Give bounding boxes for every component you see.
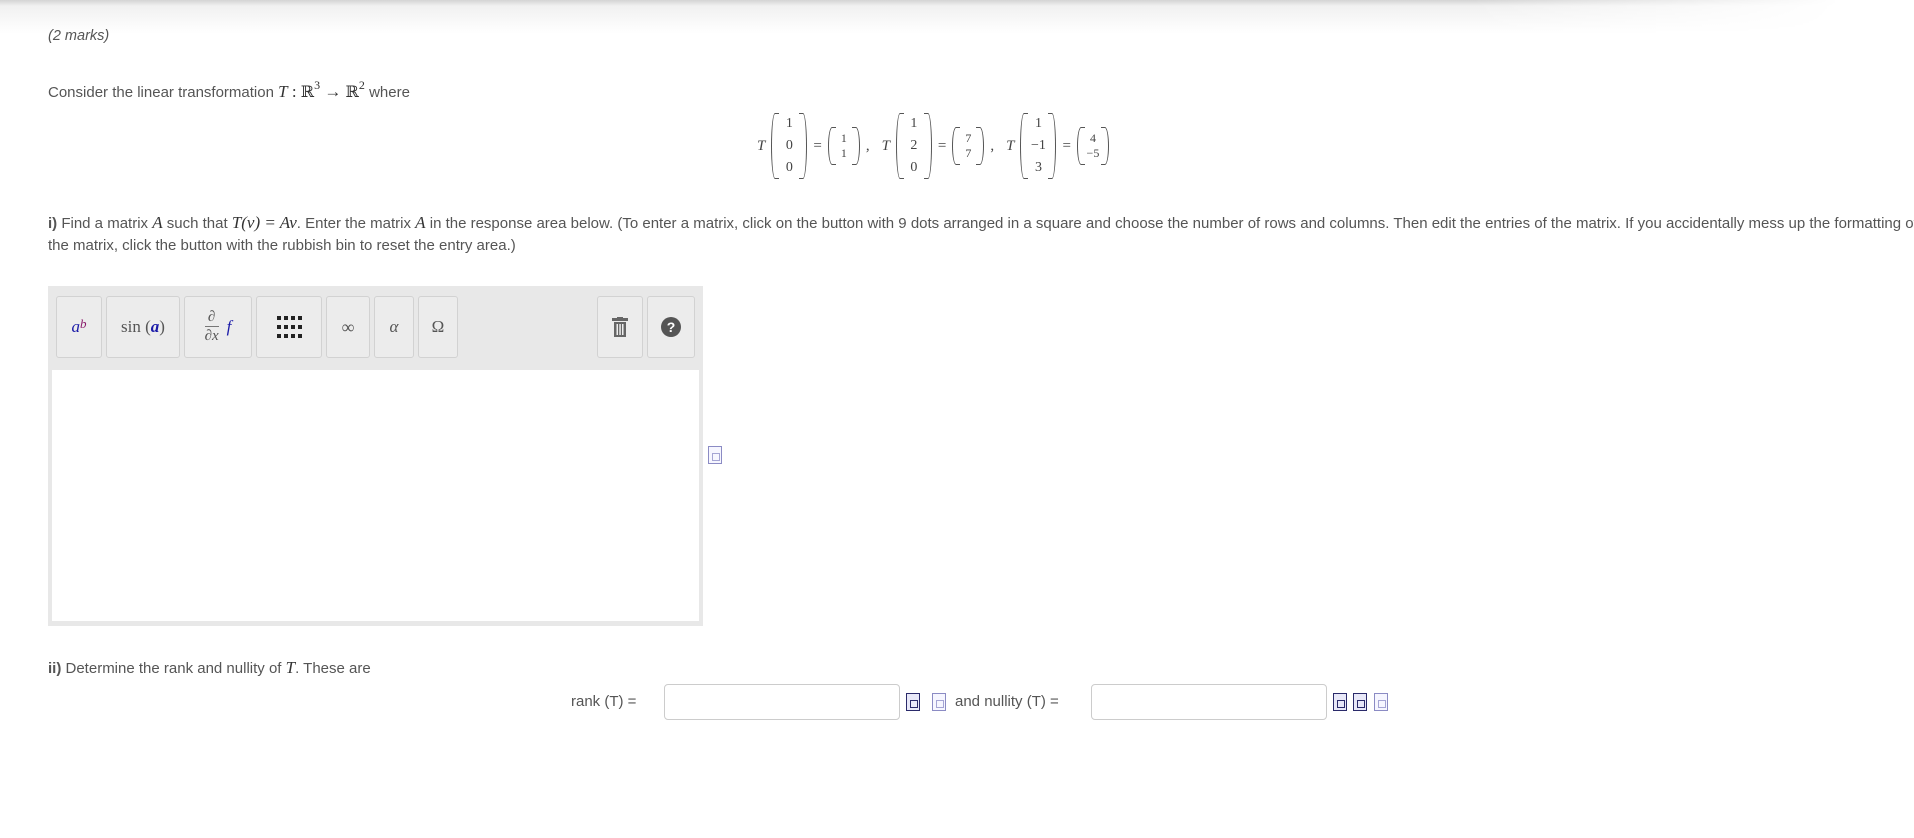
eq1-out-1: 1 <box>840 146 847 160</box>
intro-text: Consider the linear transformation T : ℝ… <box>48 78 410 102</box>
eq1-output-vector: 1 1 <box>827 127 860 165</box>
question-i-A2: A <box>415 213 426 232</box>
intro-codomain-exp: 2 <box>358 78 365 92</box>
eq1-in-0: 1 <box>785 116 793 131</box>
eq2-out-1: 7 <box>965 146 972 160</box>
question-ii: ii) Determine the rank and nullity of T.… <box>48 658 371 678</box>
eq1-comma: , <box>865 137 870 154</box>
eq1-input-vector: 1 0 0 <box>771 113 808 179</box>
eq2-in-0: 1 <box>910 116 918 131</box>
help-button[interactable]: ? <box>647 296 695 358</box>
question-ii-T: T <box>285 658 296 677</box>
intro-domain-exp: 3 <box>314 78 321 92</box>
eq3-input-vector: 1 −1 3 <box>1020 113 1057 179</box>
question-i-t1: Find a matrix <box>57 215 153 232</box>
nullity-syntax-icon[interactable] <box>1374 693 1388 711</box>
eq1-equals: = <box>813 137 822 154</box>
sin-label: sin <box>121 317 141 336</box>
help-icon: ? <box>661 317 681 337</box>
eq1-in-2: 0 <box>785 160 793 175</box>
question-ii-label: ii) <box>48 660 62 677</box>
eq1-out-0: 1 <box>840 131 847 145</box>
eq1-in-1: 0 <box>785 138 793 153</box>
question-i-label: i) <box>48 215 58 232</box>
eq3-out-0: 4 <box>1089 131 1096 145</box>
preview-icon[interactable] <box>708 446 722 464</box>
question-ii-t2: . These are <box>295 660 371 677</box>
question-i-t2: such that <box>162 215 232 232</box>
alpha-button[interactable]: α <box>374 296 414 358</box>
nullity-label: and nullity (T) = <box>955 693 1059 710</box>
matrix-entry-area[interactable] <box>52 370 699 621</box>
derivative-fraction: ∂ ∂x <box>204 309 219 345</box>
power-exp: b <box>80 316 87 331</box>
matrix-button[interactable] <box>256 296 322 358</box>
intro-colon: : <box>287 82 301 101</box>
eq2-comma: , <box>990 137 995 154</box>
question-i-A1: A <box>152 213 163 232</box>
eq3-in-1: −1 <box>1031 138 1046 153</box>
eq2-input-vector: 1 2 0 <box>895 113 932 179</box>
eq2-out-0: 7 <box>965 131 972 145</box>
question-i-t3: . Enter the matrix <box>296 215 416 232</box>
rank-label: rank (T) = <box>571 693 637 710</box>
intro-prefix: Consider the linear transformation <box>48 84 279 101</box>
transformation-equations: T 1 0 0 = 1 1 , T 1 2 0 = 7 7 , T 1 −1 3… <box>757 108 1109 184</box>
intro-T: T <box>278 82 288 101</box>
nullity-sum-icon[interactable] <box>1353 693 1367 711</box>
intro-suffix: where <box>364 84 410 101</box>
top-shadow <box>0 0 1840 34</box>
eq3-T: T <box>1006 137 1015 154</box>
question-ii-t1: Determine the rank and nullity of <box>61 660 286 677</box>
eq1-T: T <box>757 137 766 154</box>
math-editor: ab sin (a) ∂ ∂x f ∞ α Ω ? <box>48 286 703 626</box>
eq2-equals: = <box>937 137 947 154</box>
function-button[interactable]: sin (a) <box>106 296 180 358</box>
eq3-out-1: −5 <box>1086 146 1100 160</box>
derivative-num: ∂ <box>207 309 216 325</box>
intro-domain: ℝ <box>300 82 315 101</box>
eq2-in-2: 0 <box>910 160 918 175</box>
eq2-in-1: 2 <box>910 138 918 153</box>
eq3-in-0: 1 <box>1034 116 1042 131</box>
question-i-Tv: T(v) = Av <box>231 213 297 232</box>
question-i: i) Find a matrix A such that T(v) = Av. … <box>48 212 1914 257</box>
infinity-button[interactable]: ∞ <box>326 296 370 358</box>
eq2-T: T <box>881 137 890 154</box>
marks-label: (2 marks) <box>48 28 110 44</box>
intro-codomain: ℝ <box>345 82 359 101</box>
trash-icon <box>612 317 628 337</box>
rank-input[interactable] <box>664 684 900 720</box>
eq3-equals: = <box>1062 137 1071 154</box>
nullity-input[interactable] <box>1091 684 1327 720</box>
eq3-in-2: 3 <box>1034 160 1042 175</box>
reset-button[interactable] <box>597 296 643 358</box>
eq2-output-vector: 7 7 <box>952 127 985 165</box>
eq3-output-vector: 4 −5 <box>1076 127 1109 165</box>
matrix-dots-icon <box>277 316 302 338</box>
derivative-den: ∂x <box>204 326 219 344</box>
rank-syntax-icon[interactable] <box>932 693 946 711</box>
sin-arg: a <box>150 317 160 336</box>
rank-preview-icon[interactable] <box>906 693 920 711</box>
power-base: a <box>71 317 81 336</box>
nullity-preview-icon[interactable] <box>1333 693 1347 711</box>
power-button[interactable]: ab <box>56 296 102 358</box>
intro-arrow: → <box>320 82 346 101</box>
omega-button[interactable]: Ω <box>418 296 458 358</box>
derivative-f: f <box>226 317 232 336</box>
derivative-button[interactable]: ∂ ∂x f <box>184 296 252 358</box>
math-toolbar: ab sin (a) ∂ ∂x f ∞ α Ω ? <box>48 286 703 366</box>
